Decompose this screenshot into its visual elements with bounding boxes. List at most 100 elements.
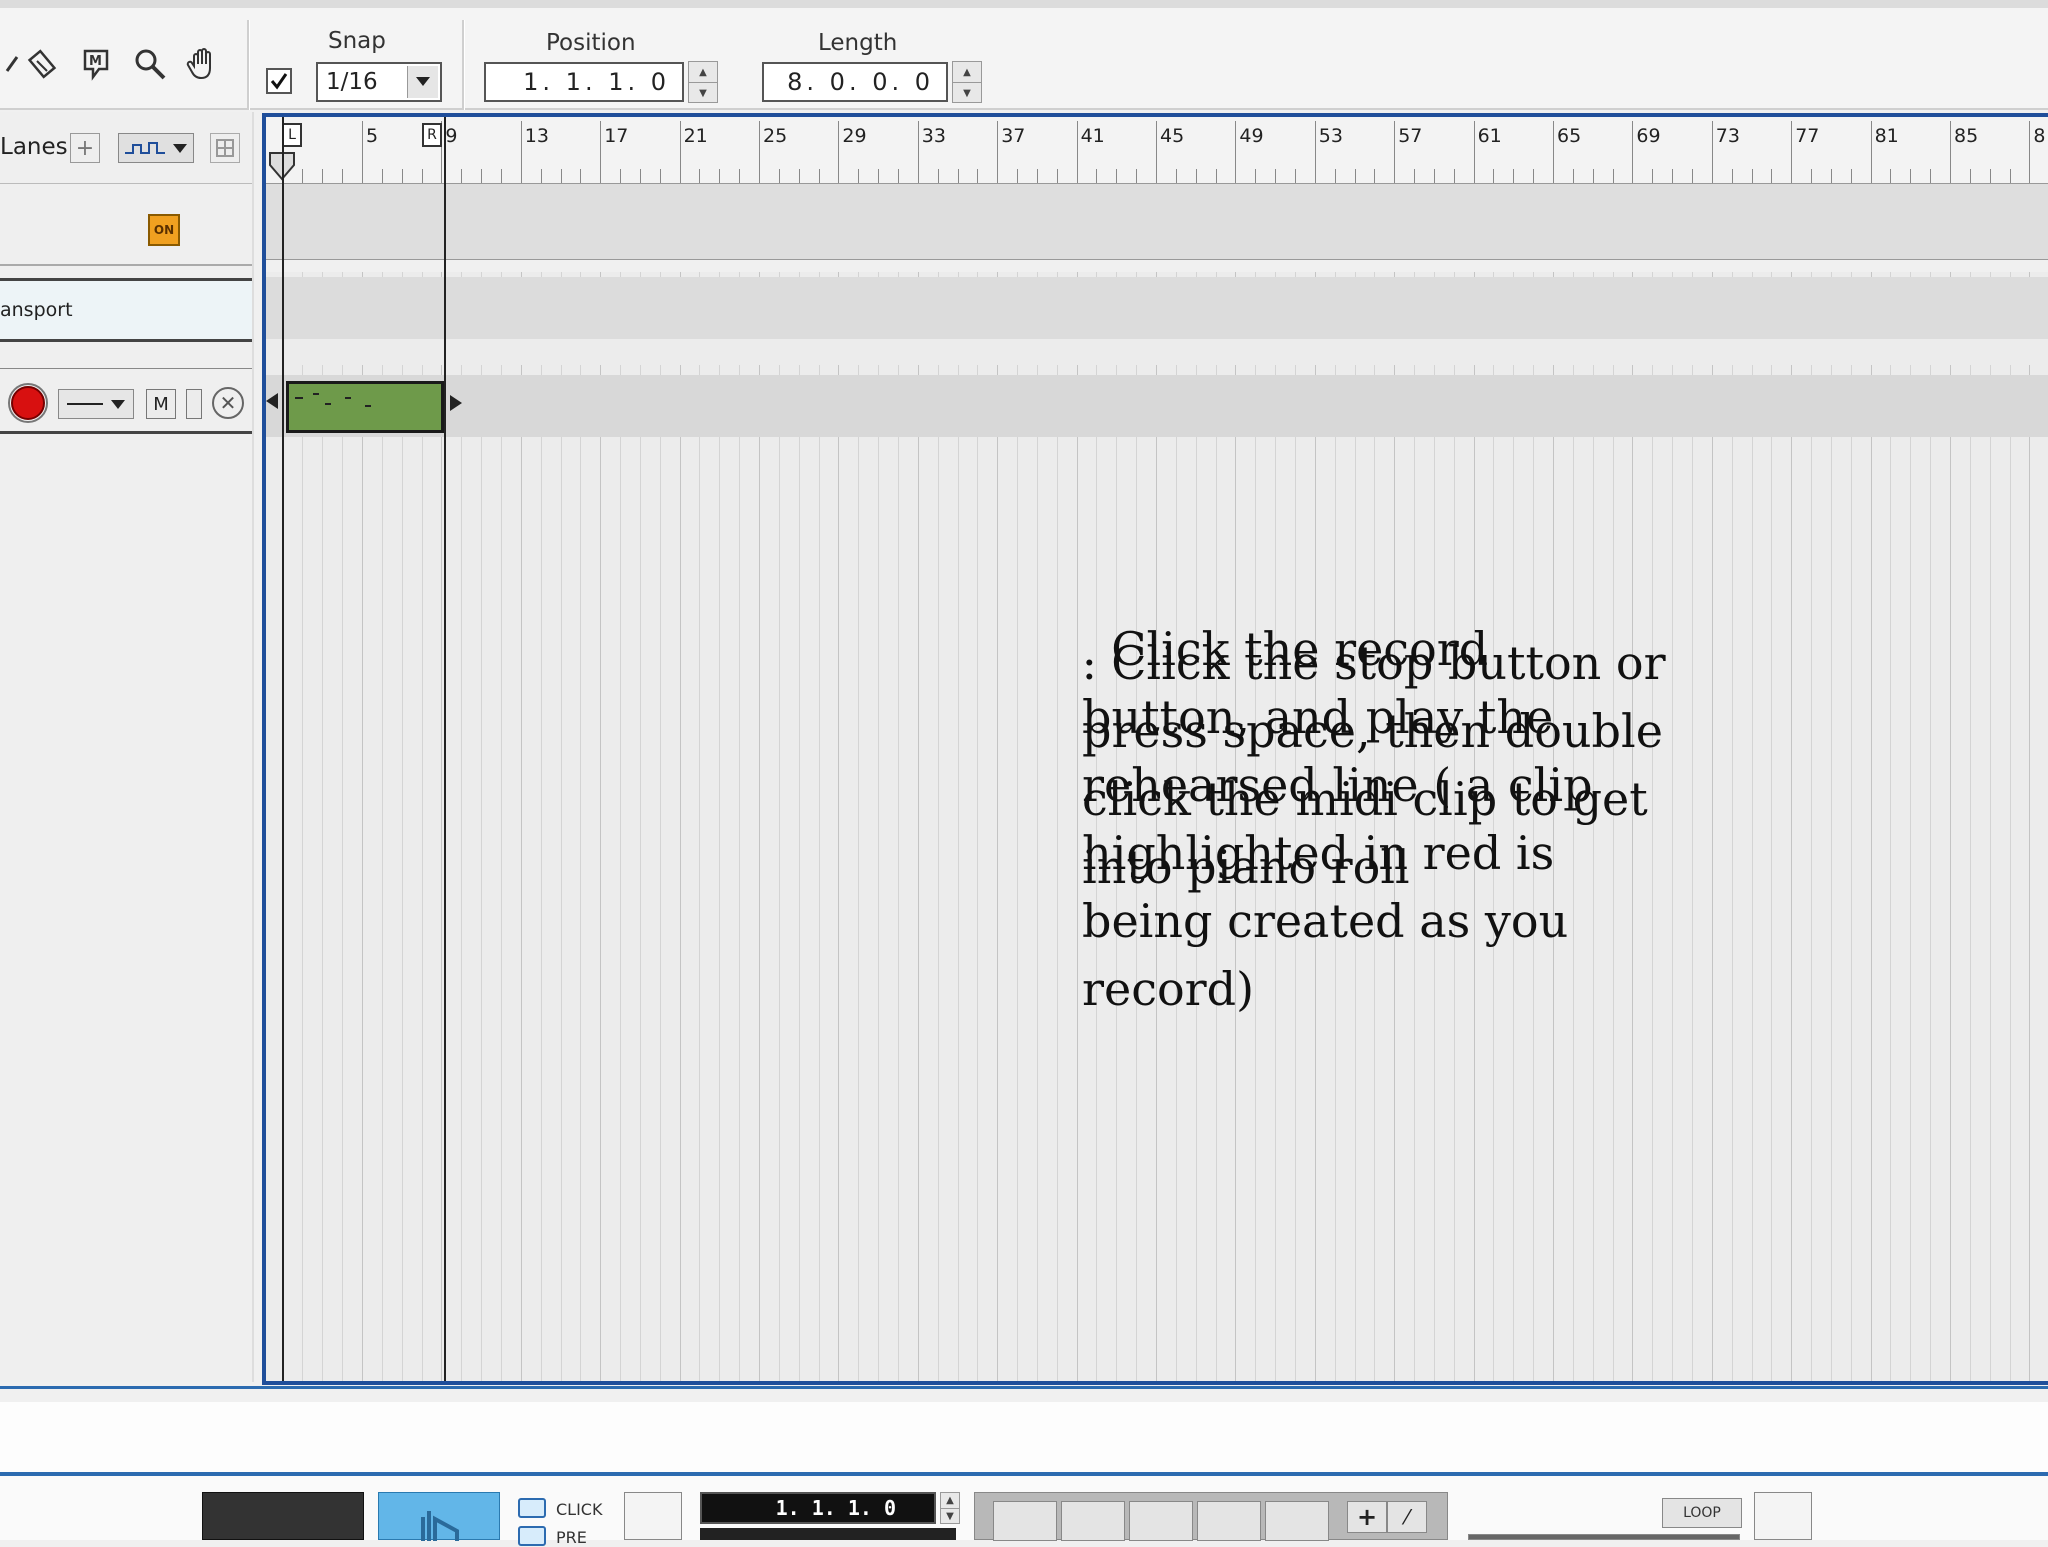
ruler-bar-tick bbox=[1711, 121, 1713, 183]
ruler-beat-tick bbox=[739, 169, 741, 183]
midi-track-row[interactable]: M ✕ bbox=[0, 368, 252, 434]
solo-button[interactable] bbox=[186, 389, 202, 419]
mute-button[interactable]: M bbox=[146, 389, 176, 419]
grid-icon[interactable] bbox=[210, 133, 240, 163]
record-button[interactable] bbox=[1265, 1501, 1329, 1541]
ruler-beat-tick bbox=[778, 169, 780, 183]
chevron-down-icon[interactable] bbox=[407, 66, 438, 98]
transport-bar: CLICK PRE 1. 1. 1. 0 ▲ ▼ + ⁄ LOOP bbox=[0, 1472, 2048, 1547]
spin-down-icon[interactable]: ▼ bbox=[689, 83, 717, 103]
ruler-bar-label: 17 bbox=[604, 125, 629, 147]
spin-up-icon[interactable]: ▲ bbox=[689, 62, 717, 83]
lanes-label: Lanes bbox=[0, 134, 68, 160]
chevron-down-icon bbox=[173, 144, 187, 153]
click-toggle[interactable] bbox=[518, 1498, 546, 1518]
clip-start-handle-icon[interactable] bbox=[266, 393, 280, 409]
ruler-bar-tick bbox=[1235, 121, 1237, 183]
ruler-bar-label: 81 bbox=[1874, 125, 1899, 147]
song-position-spinner[interactable]: ▲ ▼ bbox=[940, 1492, 960, 1524]
lane-separator bbox=[266, 339, 2048, 365]
status-area bbox=[0, 1402, 2048, 1472]
right-locator[interactable]: R bbox=[422, 123, 442, 147]
ruler-beat-tick bbox=[659, 169, 661, 183]
ruler-beat-tick bbox=[1989, 169, 1991, 183]
track-input-select[interactable] bbox=[58, 389, 134, 419]
length-label: Length bbox=[818, 30, 898, 56]
length-field[interactable]: 8. 0. 0. 0 bbox=[762, 62, 948, 102]
transport-controls: + ⁄ bbox=[974, 1492, 1448, 1541]
play-button[interactable] bbox=[1197, 1501, 1261, 1541]
lanes-header: Lanes + bbox=[0, 112, 252, 184]
toolbar: M Snap 1/16 Position 1. 1. 1. 0 ▲ ▼ Lengt… bbox=[0, 0, 2048, 110]
lane-view-select[interactable] bbox=[118, 133, 194, 163]
ruler-bar-tick bbox=[1870, 121, 1872, 183]
snap-checkbox[interactable] bbox=[266, 68, 292, 94]
ruler-beat-tick bbox=[500, 169, 502, 183]
transport-blank-button[interactable] bbox=[624, 1492, 682, 1540]
add-icon[interactable]: + bbox=[1347, 1501, 1387, 1533]
ruler-beat-tick bbox=[798, 169, 800, 183]
arrange-bottom-border bbox=[0, 1386, 2048, 1403]
ruler-beat-tick bbox=[818, 169, 820, 183]
add-lane-icon[interactable]: + bbox=[70, 133, 100, 163]
spin-down-icon[interactable]: ▼ bbox=[941, 1509, 959, 1524]
edit-icon[interactable]: ⁄ bbox=[1387, 1501, 1427, 1533]
hand-icon[interactable] bbox=[184, 44, 224, 84]
ruler-bar-tick bbox=[2029, 121, 2031, 183]
transport-track-row[interactable]: ansport bbox=[0, 278, 252, 342]
snap-label: Snap bbox=[328, 28, 386, 54]
close-icon[interactable]: ✕ bbox=[212, 387, 244, 419]
ruler-bar-tick bbox=[1394, 121, 1396, 183]
magnify-icon[interactable] bbox=[130, 44, 170, 84]
ruler-beat-tick bbox=[699, 169, 701, 183]
ruler-beat-tick bbox=[401, 169, 403, 183]
ruler-beat-tick bbox=[858, 169, 860, 183]
snap-select[interactable]: 1/16 bbox=[316, 62, 442, 102]
length-spinner[interactable]: ▲ ▼ bbox=[952, 61, 982, 103]
fast-forward-button[interactable] bbox=[1061, 1501, 1125, 1541]
ruler-bar-tick bbox=[1314, 121, 1316, 183]
left-locator[interactable]: L bbox=[282, 123, 302, 147]
ruler-beat-tick bbox=[1751, 169, 1753, 183]
spin-up-icon[interactable]: ▲ bbox=[953, 62, 981, 83]
position-field[interactable]: 1. 1. 1. 0 bbox=[484, 62, 684, 102]
ruler-beat-tick bbox=[421, 169, 423, 183]
ruler-bar-label: 65 bbox=[1557, 125, 1582, 147]
spin-down-icon[interactable]: ▼ bbox=[953, 83, 981, 103]
ruler-bar-label: 53 bbox=[1318, 125, 1343, 147]
ruler-beat-tick bbox=[1175, 169, 1177, 183]
automation-override-panel[interactable] bbox=[202, 1492, 364, 1540]
stop-button[interactable] bbox=[1129, 1501, 1193, 1541]
left-locator-line bbox=[282, 117, 284, 1381]
midi-clip[interactable] bbox=[286, 381, 444, 433]
song-position-display[interactable]: 1. 1. 1. 0 bbox=[700, 1492, 936, 1524]
pre-toggle[interactable] bbox=[518, 1526, 546, 1546]
ruler[interactable]: 5 9 13 17 21 25 29 33 37 41 45 49 53 57 61 65 69 73 77 81 85… bbox=[266, 117, 2048, 184]
loop-button[interactable]: LOOP bbox=[1662, 1498, 1742, 1528]
transport-lane bbox=[266, 277, 2048, 339]
metronome-icon bbox=[421, 1511, 459, 1541]
position-spinner[interactable]: ▲ ▼ bbox=[688, 61, 718, 103]
ruler-beat-tick bbox=[1691, 169, 1693, 183]
ruler-bar-label: 33 bbox=[921, 125, 946, 147]
spin-up-icon[interactable]: ▲ bbox=[941, 1493, 959, 1509]
sync-button[interactable] bbox=[1754, 1492, 1812, 1540]
eraser-icon[interactable] bbox=[24, 44, 64, 84]
ruler-bar-label: 57 bbox=[1398, 125, 1423, 147]
ruler-beat-tick bbox=[1374, 169, 1376, 183]
ruler-beat-tick bbox=[1612, 169, 1614, 183]
ruler-bar-tick bbox=[679, 121, 681, 183]
ruler-bar-label: 21 bbox=[683, 125, 708, 147]
ruler-bar-label: 41 bbox=[1080, 125, 1105, 147]
arrange-area[interactable]: 5 9 13 17 21 25 29 33 37 41 45 49 53 57 61 65 69 73 77 81 85… bbox=[262, 113, 2048, 1385]
snap-value: 1/16 bbox=[326, 69, 378, 95]
mute-tool-icon[interactable]: M bbox=[76, 44, 116, 84]
on-badge[interactable]: ON bbox=[148, 214, 180, 246]
rewind-button[interactable] bbox=[993, 1501, 1057, 1541]
ruler-bar-tick bbox=[1791, 121, 1793, 183]
ruler-bar-label: 8 bbox=[2033, 125, 2046, 147]
record-arm-button[interactable] bbox=[8, 383, 48, 423]
ruler-bar-label: 77 bbox=[1795, 125, 1820, 147]
tempo-panel[interactable] bbox=[378, 1492, 500, 1541]
clip-end-handle-icon[interactable] bbox=[448, 395, 464, 411]
